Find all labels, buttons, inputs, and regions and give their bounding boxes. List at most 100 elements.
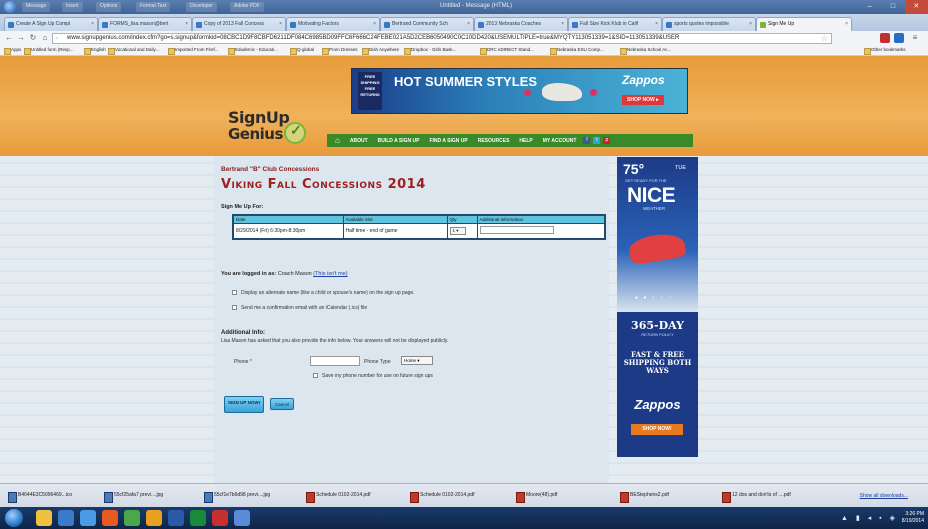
bookmark-item[interactable]: Edudemic - Educati... (228, 47, 278, 55)
twitter-icon[interactable]: t (593, 137, 601, 144)
close-icon[interactable]: ✕ (904, 0, 928, 14)
close-tab-icon[interactable]: × (467, 18, 470, 31)
tab[interactable]: Motivating Factors × (286, 17, 380, 31)
save-phone-option[interactable]: Save my phone number for use on future s… (313, 373, 433, 379)
bookmark-item[interactable]: Dropbox - Girls Bask... (404, 47, 456, 55)
phone-input[interactable] (310, 356, 360, 366)
taskbar-app-icon[interactable] (234, 510, 250, 526)
facebook-icon[interactable]: f (583, 137, 591, 144)
taskbar-app-icon[interactable] (58, 510, 74, 526)
bookmark-item[interactable]: Imported From Firef... (168, 47, 219, 55)
internet-explorer-icon[interactable] (80, 510, 96, 526)
additional-info-input[interactable] (479, 226, 554, 234)
back-icon[interactable]: ← (4, 33, 14, 43)
ad-banner[interactable]: FREE SHIPPING FREE RETURNS HOT SUMMER ST… (351, 68, 688, 114)
menu-adobe-pdf[interactable]: Adobe PDF (230, 2, 264, 12)
extension-icon[interactable] (894, 33, 904, 43)
bookmark-item[interactable]: Apps (4, 47, 21, 55)
qty-select[interactable]: 1 ▾ (449, 227, 466, 235)
not-me-link[interactable]: (This isn't me) (313, 271, 347, 277)
save-phone-checkbox[interactable] (313, 373, 318, 379)
sidebar-ad[interactable]: 75° TUE GET READY FOR THE NICE WEATHER ●… (617, 157, 698, 457)
download-item[interactable]: B4644E3C5096469...ico (8, 492, 72, 503)
pinterest-icon[interactable]: p (603, 137, 611, 144)
download-item[interactable]: BEStephens2.pdf (620, 492, 669, 503)
nav-find[interactable]: FIND A SIGN UP (425, 138, 471, 144)
download-item[interactable]: Schedule 0102-2014.pdf (410, 492, 475, 503)
word-icon[interactable] (168, 510, 184, 526)
phone-type-select[interactable]: Home ▾ (401, 356, 433, 365)
alt-name-checkbox[interactable] (232, 290, 237, 296)
reload-icon[interactable]: ↻ (28, 33, 38, 43)
bookmark-item[interactable]: Q-global (290, 47, 314, 55)
nav-about[interactable]: ABOUT (346, 138, 372, 144)
minimize-icon[interactable]: – (858, 0, 881, 14)
media-player-icon[interactable] (102, 510, 118, 526)
nav-help[interactable]: HELP (515, 138, 536, 144)
home-icon[interactable]: ⌂ (331, 136, 344, 145)
bookmark-item[interactable]: Untitled form (Resp... (24, 47, 74, 55)
carousel-dots-icon[interactable]: ● ● ○ ○ ○ (635, 295, 674, 301)
start-button-icon[interactable] (5, 509, 23, 527)
download-item[interactable]: 55cf1e7b6d98 previ....jpg (204, 492, 270, 503)
menu-insert[interactable]: Insert (62, 2, 83, 12)
cancel-button[interactable]: Cancel (270, 398, 294, 410)
close-tab-icon[interactable]: × (185, 18, 188, 31)
download-item[interactable]: Moore(48).pdf (516, 492, 557, 503)
menu-format-text[interactable]: Format Text (136, 2, 171, 12)
taskbar-clock[interactable]: 3:26 PM 8/19/2014 (902, 511, 924, 525)
close-tab-icon[interactable]: × (373, 18, 376, 31)
close-tab-icon[interactable]: × (91, 18, 94, 31)
tab[interactable]: Copy of 2013 Fall Concess × (192, 17, 286, 31)
ad-next-icon[interactable] (590, 89, 597, 96)
menu-developer[interactable]: Developer (186, 2, 217, 12)
menu-message[interactable]: Message (22, 2, 51, 12)
forward-icon[interactable]: → (16, 33, 26, 43)
close-tab-icon[interactable]: × (655, 18, 658, 31)
bookmark-item[interactable]: English (84, 47, 106, 55)
bookmark-item[interactable]: Nebraska School Ac... (620, 47, 671, 55)
acrobat-icon[interactable] (212, 510, 228, 526)
excel-icon[interactable] (190, 510, 206, 526)
home-icon[interactable]: ⌂ (40, 33, 50, 43)
bookmark-item[interactable]: Dish Anywhere (362, 47, 399, 55)
explorer-icon[interactable] (36, 510, 52, 526)
ad-shop-now[interactable]: SHOP NOW ▸ (622, 95, 664, 105)
menu-options[interactable]: Options (96, 2, 122, 12)
tab[interactable]: 2013 Nebraska Coaches × (474, 17, 568, 31)
ad-prev-icon[interactable] (524, 89, 531, 96)
close-tab-icon[interactable]: × (845, 18, 848, 31)
bookmark-star-icon[interactable]: ☆ (821, 34, 828, 43)
tab[interactable]: FORMS_lisa.mason@bert × (98, 17, 192, 31)
sign-up-now-button[interactable]: SIGN UP NOW! (224, 396, 264, 413)
signupgenius-logo[interactable]: SignUp Genius (222, 108, 317, 148)
bookmark-item[interactable]: Nebraska ESU Comp... (550, 47, 604, 55)
download-item[interactable]: 55cf25afa7 previ....jpg (104, 492, 163, 503)
tab[interactable]: Create A Sign Up Compl × (4, 17, 98, 31)
tab[interactable]: sports quotes impossible × (662, 17, 756, 31)
tab[interactable]: Fall Size Kick Klub in Calif × (568, 17, 662, 31)
nav-account[interactable]: MY ACCOUNT (539, 138, 581, 144)
close-tab-icon[interactable]: × (749, 18, 752, 31)
office-orb-icon[interactable] (4, 1, 16, 13)
download-item[interactable]: Schedule 0102-2014.pdf (306, 492, 371, 503)
close-tab-icon[interactable]: × (279, 18, 282, 31)
tab-active[interactable]: Sign Me Up × (756, 17, 852, 31)
system-tray-icons[interactable]: ▲ ▮ ◂ ▪ ◈ (841, 514, 898, 522)
ad-shop-now-button[interactable]: SHOP NOW! (631, 424, 683, 435)
maximize-icon[interactable]: □ (881, 0, 904, 14)
tab[interactable]: Bertrand Community Sch × (380, 17, 474, 31)
alt-name-option[interactable]: Display an alternate name (like a child … (232, 290, 415, 296)
outlook-icon[interactable] (146, 510, 162, 526)
nav-resources[interactable]: RESOURCES (474, 138, 514, 144)
menu-icon[interactable]: ≡ (910, 33, 920, 43)
close-tab-icon[interactable]: × (561, 18, 564, 31)
address-bar[interactable]: ▫ www.signupgenius.com/index.cfm?go=s.si… (52, 33, 832, 44)
chrome-icon[interactable] (124, 510, 140, 526)
confirm-option[interactable]: Send me a confirmation email with an iCa… (232, 305, 367, 311)
extension-icon[interactable] (880, 33, 890, 43)
bookmark-item[interactable]: Other bookmarks (864, 47, 906, 55)
bookmark-item[interactable]: Prom Dresses (322, 47, 358, 55)
download-item[interactable]: 12 dos and don'ts of ....pdf (722, 492, 791, 503)
bookmark-item[interactable]: DRC eDIRECT Stand... (480, 47, 534, 55)
